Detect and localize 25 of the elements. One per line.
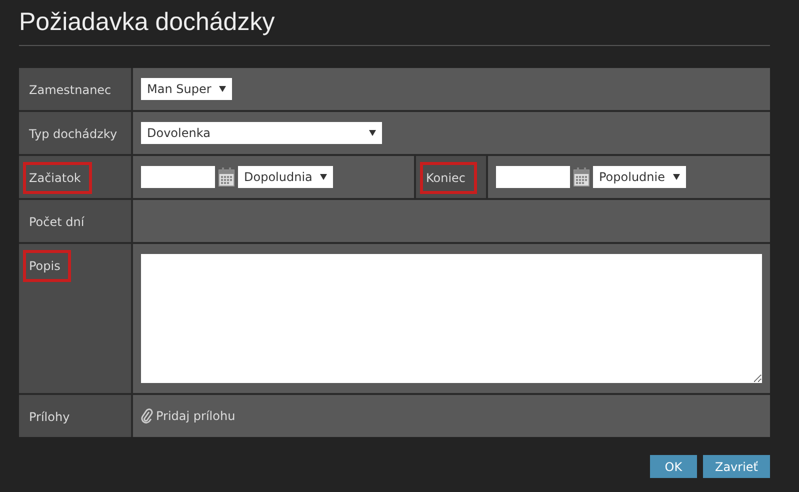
date-input[interactable] xyxy=(141,166,215,188)
field-label: Koniec xyxy=(420,162,477,194)
calendar-icon[interactable] xyxy=(218,167,235,187)
caret-icon xyxy=(320,174,328,180)
field-label: Popis xyxy=(23,250,72,282)
dropdown[interactable]: Man Super xyxy=(141,78,232,100)
field-label: Typ dochádzky xyxy=(28,126,118,143)
paperclip-icon xyxy=(141,408,153,424)
dropdown[interactable]: Dopoludnia xyxy=(238,166,334,188)
close-button[interactable]: Zavrieť xyxy=(702,455,770,478)
ok-button[interactable]: OK xyxy=(650,455,697,478)
field-label: Zamestnanec xyxy=(28,82,112,99)
caret-icon xyxy=(219,86,226,92)
dropdown[interactable]: Popoludnie xyxy=(593,166,686,188)
add-attachment-link[interactable]: Pridaj prílohu xyxy=(156,409,236,423)
date-input[interactable] xyxy=(496,166,570,188)
calendar-icon[interactable] xyxy=(573,167,590,187)
description-textarea[interactable] xyxy=(141,254,762,383)
caret-icon xyxy=(369,130,376,136)
field-label: Začiatok xyxy=(23,162,92,194)
dialog-title: Požiadavka dochádzky xyxy=(19,8,770,46)
field-label: Prílohy xyxy=(28,409,71,426)
dropdown[interactable]: Dovolenka xyxy=(141,122,382,144)
caret-icon xyxy=(673,174,680,180)
field-label: Počet dní xyxy=(28,214,86,231)
